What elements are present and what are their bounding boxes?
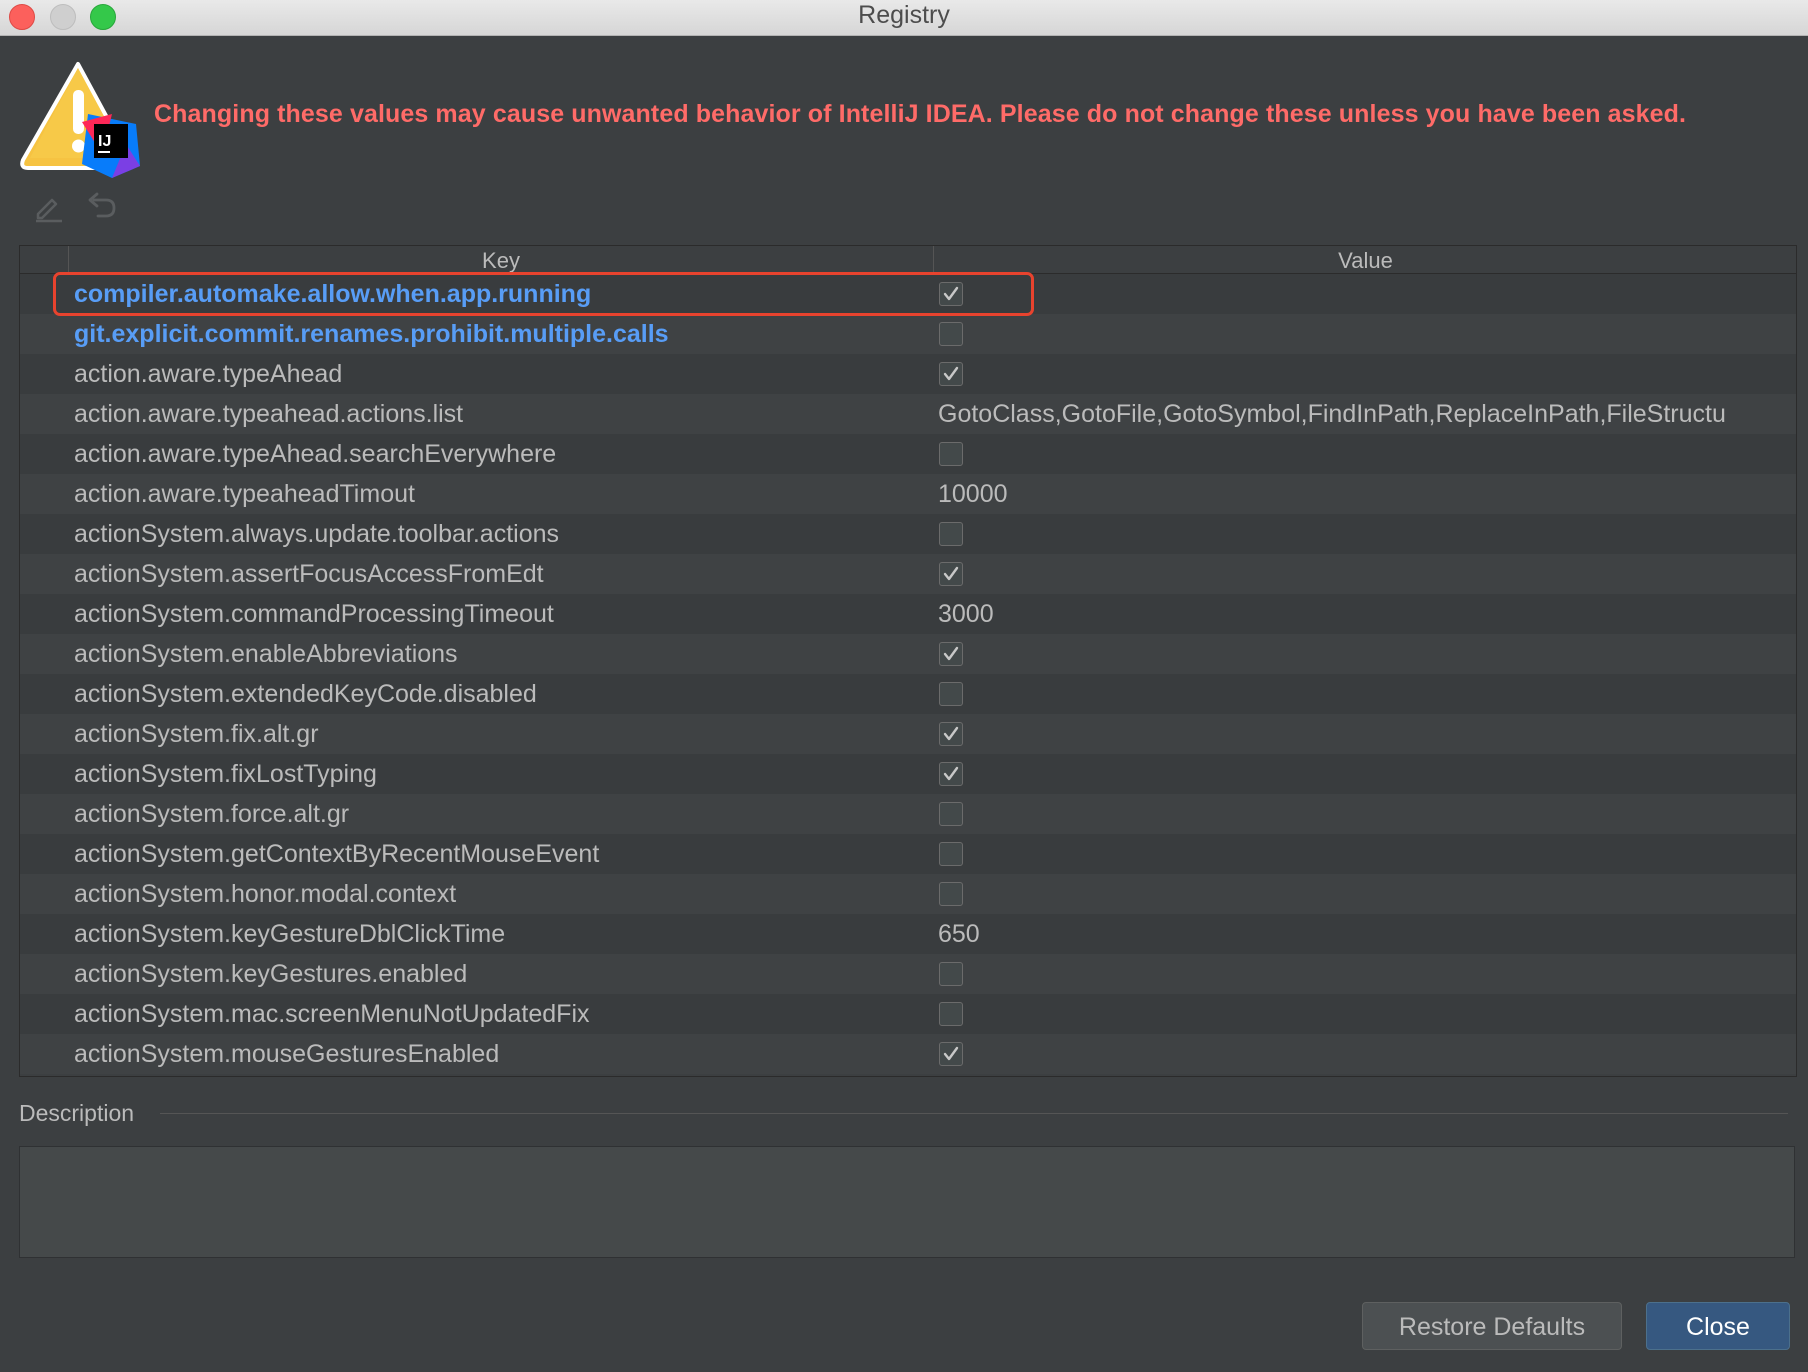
value-checkbox[interactable] [939, 762, 963, 786]
value-checkbox[interactable] [939, 642, 963, 666]
table-body: compiler.automake.allow.when.app.running… [20, 274, 1796, 1074]
edit-button[interactable] [32, 190, 66, 224]
checkmark-icon [943, 566, 959, 581]
description-divider [160, 1113, 1788, 1114]
table-row[interactable]: git.explicit.commit.renames.prohibit.mul… [20, 314, 1796, 354]
registry-key: action.aware.typeaheadTimout [74, 480, 415, 508]
value-checkbox[interactable] [939, 842, 963, 866]
table-row[interactable]: actionSystem.keyGestures.enabled [20, 954, 1796, 994]
registry-key: action.aware.typeahead.actions.list [74, 400, 464, 428]
revert-icon [88, 192, 116, 218]
value-checkbox[interactable] [939, 682, 963, 706]
table-row[interactable]: actionSystem.fix.alt.gr [20, 714, 1796, 754]
value-checkbox[interactable] [939, 882, 963, 906]
table-row[interactable]: actionSystem.always.update.toolbar.actio… [20, 514, 1796, 554]
table-row[interactable]: actionSystem.mac.screenMenuNotUpdatedFix [20, 994, 1796, 1034]
table-row[interactable]: actionSystem.force.alt.gr [20, 794, 1796, 834]
table-row[interactable]: actionSystem.honor.modal.context [20, 874, 1796, 914]
registry-key: actionSystem.keyGestureDblClickTime [74, 920, 506, 948]
registry-key: git.explicit.commit.renames.prohibit.mul… [74, 320, 669, 348]
registry-key: actionSystem.force.alt.gr [74, 800, 350, 828]
column-header-key[interactable]: Key [68, 246, 933, 273]
description-box [19, 1146, 1795, 1258]
value-checkbox[interactable] [939, 282, 963, 306]
registry-key: actionSystem.getContextByRecentMouseEven… [74, 840, 600, 868]
value-checkbox[interactable] [939, 362, 963, 386]
value-checkbox[interactable] [939, 722, 963, 746]
registry-key: actionSystem.fix.alt.gr [74, 720, 319, 748]
value-checkbox[interactable] [939, 562, 963, 586]
registry-key: actionSystem.mouseGesturesEnabled [74, 1040, 500, 1068]
revert-button[interactable] [84, 190, 118, 224]
registry-key: actionSystem.honor.modal.context [74, 880, 457, 908]
registry-value[interactable]: 10000 [938, 474, 1793, 514]
table-row[interactable]: actionSystem.keyGestureDblClickTime 650 [20, 914, 1796, 954]
registry-key: action.aware.typeAhead [74, 360, 343, 388]
checkmark-icon [943, 726, 959, 741]
table-row[interactable]: actionSystem.mouseGesturesEnabled [20, 1034, 1796, 1074]
registry-key: actionSystem.always.update.toolbar.actio… [74, 520, 559, 548]
intellij-badge: IJ [98, 133, 111, 150]
table-row[interactable]: compiler.automake.allow.when.app.running [20, 274, 1796, 314]
checkmark-icon [943, 646, 959, 661]
close-button[interactable]: Close [1646, 1302, 1790, 1350]
registry-value[interactable]: 3000 [938, 594, 1793, 634]
table-row[interactable]: actionSystem.getContextByRecentMouseEven… [20, 834, 1796, 874]
header-blank [20, 246, 67, 273]
value-checkbox[interactable] [939, 1002, 963, 1026]
column-header-value[interactable]: Value [933, 246, 1796, 273]
registry-value[interactable]: GotoClass,GotoFile,GotoSymbol,FindInPath… [938, 394, 1793, 434]
registry-key: actionSystem.mac.screenMenuNotUpdatedFix [74, 1000, 590, 1028]
value-checkbox[interactable] [939, 442, 963, 466]
value-checkbox[interactable] [939, 322, 963, 346]
title-bar: Registry [0, 0, 1808, 36]
table-header: Key Value [20, 246, 1796, 274]
table-row[interactable]: action.aware.typeahead.actions.list GotoC… [20, 394, 1796, 434]
registry-key: actionSystem.commandProcessingTimeout [74, 600, 554, 628]
restore-defaults-button[interactable]: Restore Defaults [1362, 1302, 1622, 1350]
value-checkbox[interactable] [939, 802, 963, 826]
registry-key: action.aware.typeAhead.searchEverywhere [74, 440, 557, 468]
checkmark-icon [943, 766, 959, 781]
registry-value[interactable]: 650 [938, 914, 1793, 954]
registry-key: compiler.automake.allow.when.app.running [74, 280, 592, 308]
value-checkbox[interactable] [939, 522, 963, 546]
value-checkbox[interactable] [939, 1042, 963, 1066]
table-row[interactable]: actionSystem.enableAbbreviations [20, 634, 1796, 674]
table-row[interactable]: actionSystem.assertFocusAccessFromEdt [20, 554, 1796, 594]
table-row[interactable]: actionSystem.commandProcessingTimeout 300… [20, 594, 1796, 634]
checkmark-icon [943, 286, 959, 301]
pencil-icon [36, 198, 62, 223]
registry-table: Key Value compiler.automake.allow.when.a… [19, 245, 1797, 1077]
warning-message: Changing these values may cause unwanted… [154, 100, 1687, 128]
table-row[interactable]: action.aware.typeAhead.searchEverywhere [20, 434, 1796, 474]
registry-key: actionSystem.assertFocusAccessFromEdt [74, 560, 544, 588]
registry-key: actionSystem.extendedKeyCode.disabled [74, 680, 537, 708]
table-row[interactable]: actionSystem.extendedKeyCode.disabled [20, 674, 1796, 714]
registry-key: actionSystem.enableAbbreviations [74, 640, 458, 668]
checkmark-icon [943, 1046, 959, 1061]
registry-key: actionSystem.fixLostTyping [74, 760, 377, 788]
value-checkbox[interactable] [939, 962, 963, 986]
table-row[interactable]: action.aware.typeAhead [20, 354, 1796, 394]
window-title: Registry [858, 1, 950, 29]
warning-icon: IJ [20, 60, 150, 178]
registry-key: actionSystem.keyGestures.enabled [74, 960, 468, 988]
checkmark-icon [943, 366, 959, 381]
table-row[interactable]: action.aware.typeaheadTimout 10000 [20, 474, 1796, 514]
table-row[interactable]: actionSystem.fixLostTyping [20, 754, 1796, 794]
description-label: Description [19, 1100, 135, 1126]
